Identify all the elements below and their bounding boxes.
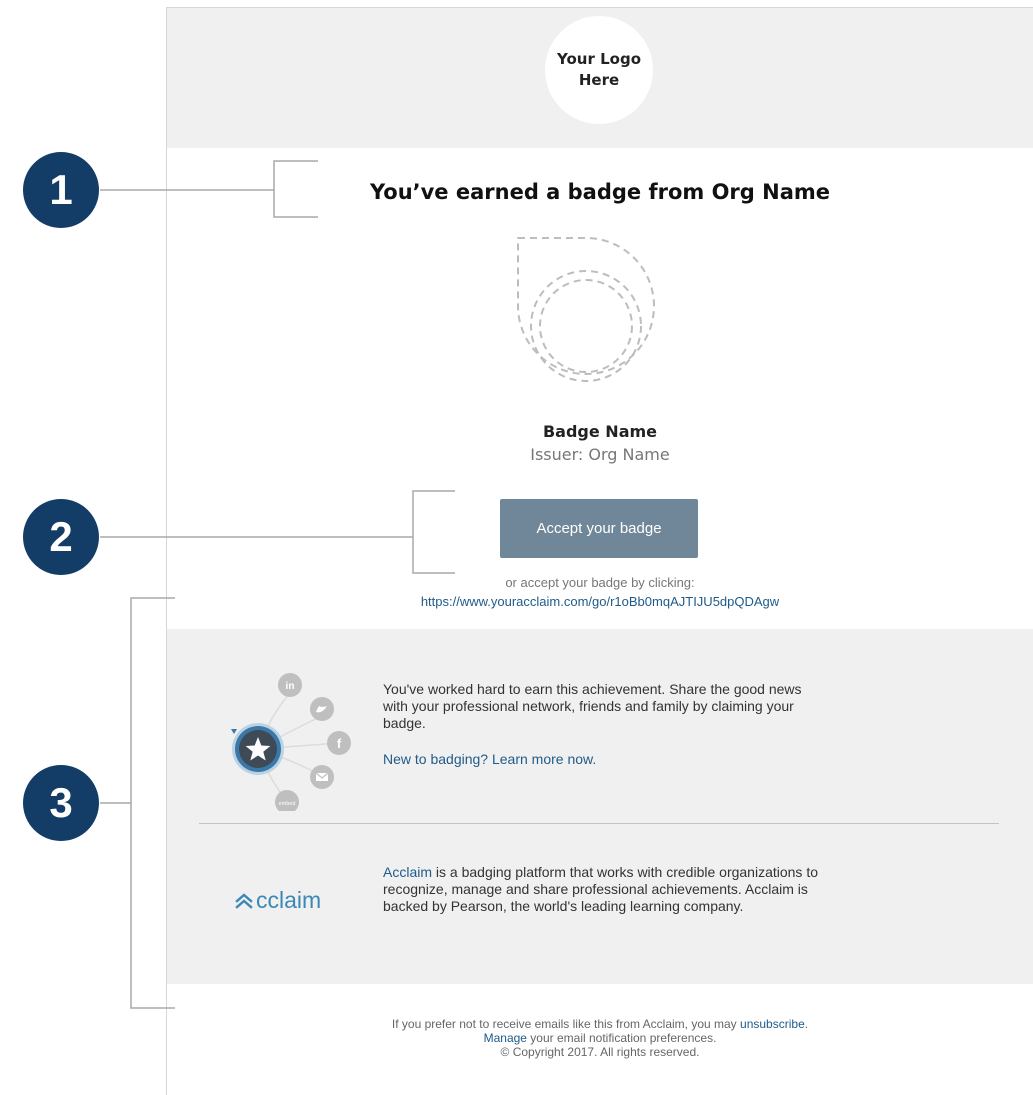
callout-brackets (100, 160, 455, 1009)
callout-2: 2 (23, 499, 99, 575)
callout-1: 1 (23, 152, 99, 228)
callout-3: 3 (23, 765, 99, 841)
